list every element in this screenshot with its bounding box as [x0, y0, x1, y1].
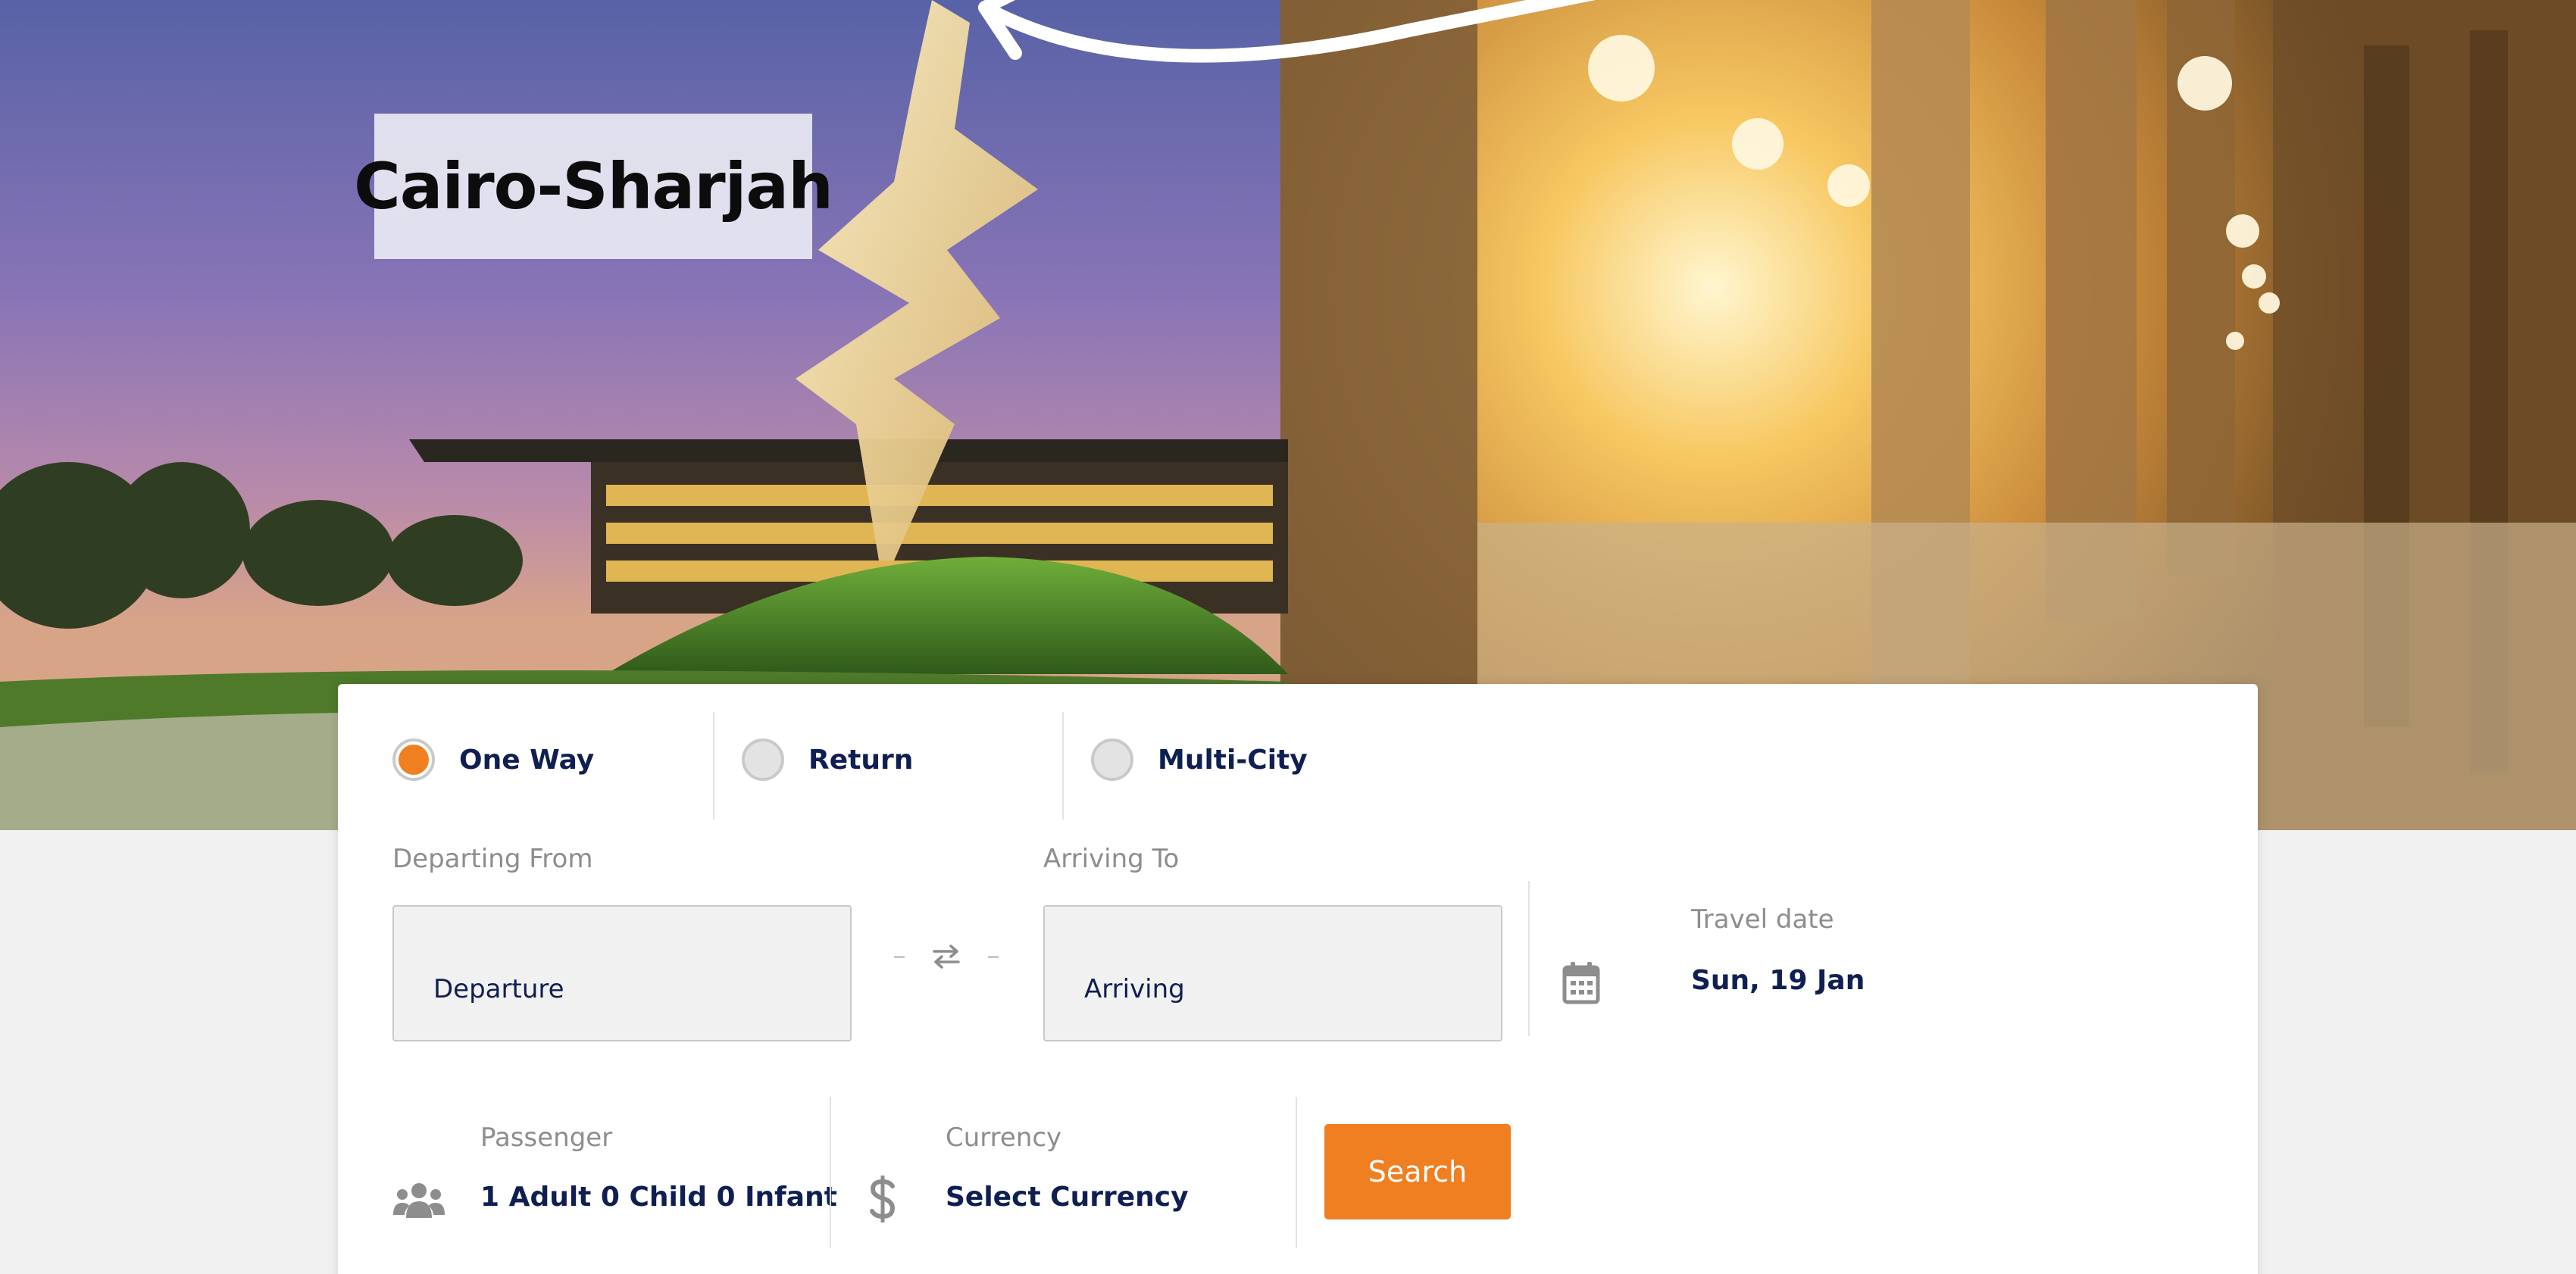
date-divider — [1528, 881, 1530, 1036]
trip-type-divider — [1062, 712, 1064, 820]
multi-city-label: Multi-City — [1158, 744, 1308, 776]
trip-type-one-way[interactable]: One Way — [392, 692, 594, 828]
passenger-value: 1 Adult 0 Child 0 Infant — [480, 1182, 837, 1213]
route-title-box: Cairo-Sharjah — [354, 114, 833, 259]
route-title: Cairo-Sharjah — [354, 149, 833, 223]
search-button[interactable]: Search — [1324, 1124, 1511, 1219]
multi-city-radio[interactable] — [1091, 738, 1133, 781]
arriving-to-label: Arriving To — [1043, 844, 1180, 874]
trip-type-divider — [713, 712, 714, 820]
arriving-input[interactable] — [1043, 905, 1502, 1041]
users-icon — [393, 1183, 445, 1218]
passenger-divider — [830, 1097, 831, 1248]
passenger-selector[interactable]: Passenger 1 Adult 0 Child 0 Infant — [386, 1113, 837, 1235]
dollar-icon — [870, 1176, 896, 1222]
travel-date-picker[interactable]: Travel date Sun, 19 Jan — [1546, 894, 2000, 1023]
return-label: Return — [808, 744, 914, 776]
swap-locations-button[interactable] — [894, 938, 999, 976]
return-radio[interactable] — [742, 738, 784, 781]
departing-from-label: Departing From — [392, 844, 593, 874]
travel-date-value: Sun, 19 Jan — [1691, 965, 1865, 996]
currency-divider — [1296, 1097, 1297, 1248]
currency-selector[interactable]: Currency Select Currency — [856, 1113, 1280, 1235]
swap-arrows-icon — [933, 945, 960, 969]
calendar-icon — [1562, 962, 1600, 1004]
one-way-radio[interactable] — [392, 738, 435, 781]
trip-type-return[interactable]: Return — [742, 692, 913, 828]
passenger-label: Passenger — [480, 1123, 613, 1153]
travel-date-label: Travel date — [1691, 904, 1834, 935]
currency-value: Select Currency — [946, 1182, 1189, 1213]
currency-label: Currency — [946, 1123, 1062, 1153]
trip-type-multi-city[interactable]: Multi-City — [1091, 692, 1308, 828]
swap-dash-left — [894, 955, 905, 958]
swap-dash-right — [988, 955, 999, 958]
one-way-label: One Way — [459, 744, 595, 776]
departure-input[interactable] — [392, 905, 852, 1041]
